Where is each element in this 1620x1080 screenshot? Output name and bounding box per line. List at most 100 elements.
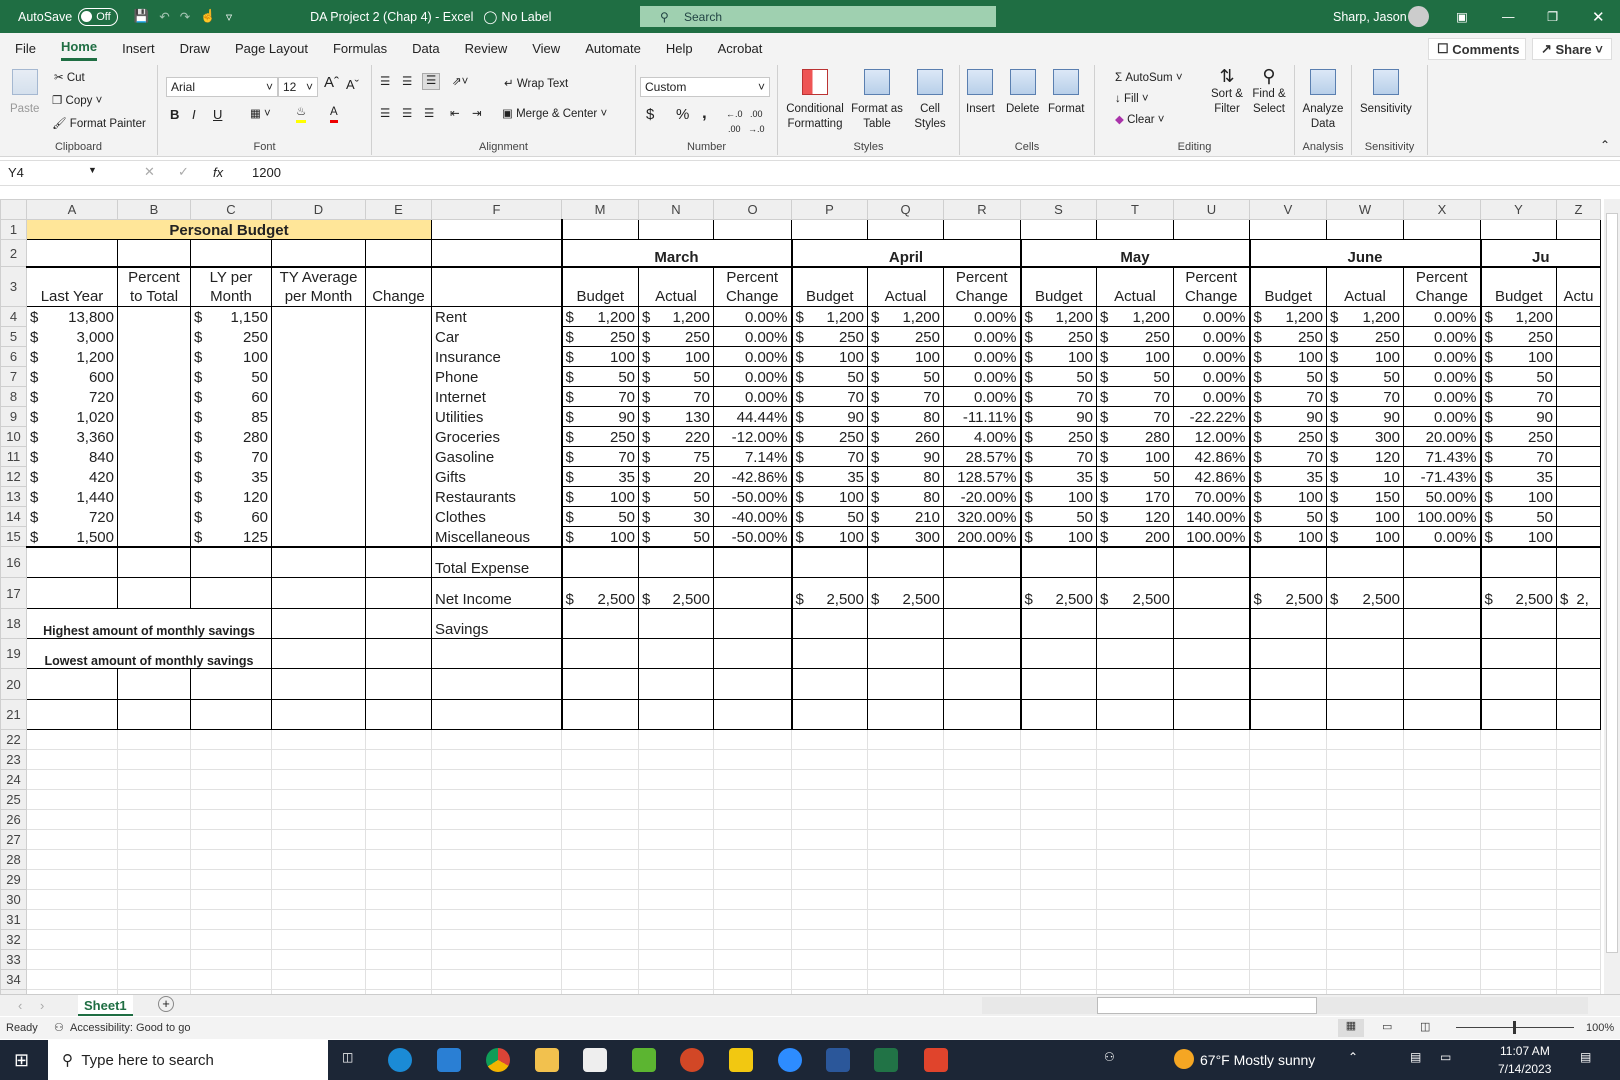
cell-F25[interactable]	[431, 789, 562, 810]
align-right-icon[interactable]: ☰	[424, 107, 434, 122]
cell-Y6[interactable]: $100	[1479, 346, 1557, 367]
cell-F29[interactable]	[431, 869, 562, 890]
cell-E23[interactable]	[365, 749, 432, 770]
cell-Z4[interactable]	[1556, 306, 1601, 327]
cell-T32[interactable]	[1096, 929, 1174, 950]
cell-B28[interactable]	[117, 849, 191, 870]
cell-Q1[interactable]	[867, 219, 944, 240]
cell-N22[interactable]	[638, 729, 714, 750]
cell-Q24[interactable]	[867, 769, 944, 790]
cell-U1[interactable]	[1173, 219, 1250, 240]
cell-U25[interactable]	[1173, 789, 1250, 810]
name-box-dropdown-icon[interactable]: ▼	[88, 165, 97, 175]
row-header-12[interactable]: 12	[0, 466, 27, 487]
cell-N5[interactable]: $250	[638, 326, 714, 347]
cell-C14[interactable]: $60	[190, 506, 272, 527]
cell-M6[interactable]: $100	[560, 346, 639, 367]
row-header-31[interactable]: 31	[0, 909, 27, 930]
cell-S3[interactable]: Budget	[1019, 266, 1097, 307]
cell-O32[interactable]	[713, 929, 792, 950]
cell-V24[interactable]	[1249, 769, 1327, 790]
cell-S11[interactable]: $70	[1019, 446, 1097, 467]
cell-E25[interactable]	[365, 789, 432, 810]
cell-U16[interactable]	[1173, 546, 1250, 578]
cell-S32[interactable]	[1020, 929, 1097, 950]
cell-U4[interactable]: 0.00%	[1173, 306, 1250, 327]
bold-button[interactable]: B	[170, 107, 179, 122]
cell-Y4[interactable]: $1,200	[1479, 306, 1557, 327]
cell-V30[interactable]	[1249, 889, 1327, 910]
cell-E33[interactable]	[365, 949, 432, 970]
cell-Y20[interactable]	[1479, 668, 1557, 700]
cell-T20[interactable]	[1096, 668, 1174, 700]
copy-button[interactable]: ❐ Copy ˅	[52, 94, 102, 109]
cell-Z19[interactable]	[1556, 638, 1601, 669]
cell-A26[interactable]	[26, 809, 118, 830]
cell-Z27[interactable]	[1556, 829, 1601, 850]
notifications-icon[interactable]: ▤	[1580, 1050, 1591, 1064]
cell-Q30[interactable]	[867, 889, 944, 910]
cell-P2[interactable]: April	[790, 239, 1021, 268]
cell-S5[interactable]: $250	[1019, 326, 1097, 347]
cell-A18[interactable]: Highest amount of monthly savings	[26, 608, 272, 639]
cell-T34[interactable]	[1096, 969, 1174, 990]
cell-Q6[interactable]: $100	[867, 346, 944, 367]
cell-N31[interactable]	[638, 909, 714, 930]
cell-D19[interactable]	[271, 638, 366, 669]
cell-E20[interactable]	[365, 668, 432, 700]
cell-F13[interactable]: Restaurants	[431, 486, 562, 507]
cell-A11[interactable]: $840	[26, 446, 118, 467]
cell-V2[interactable]: June	[1248, 239, 1481, 268]
cell-V25[interactable]	[1249, 789, 1327, 810]
cell-E24[interactable]	[365, 769, 432, 790]
column-header-D[interactable]: D	[271, 199, 366, 220]
cell-X31[interactable]	[1403, 909, 1481, 930]
cell-A34[interactable]	[26, 969, 118, 990]
cell-P17[interactable]: $2,500	[790, 577, 868, 609]
cell-T5[interactable]: $250	[1096, 326, 1174, 347]
cell-Z7[interactable]	[1556, 366, 1601, 387]
cell-W30[interactable]	[1326, 889, 1404, 910]
cell-N3[interactable]: Actual	[638, 266, 714, 307]
cell-M31[interactable]	[561, 909, 639, 930]
cell-C4[interactable]: $1,150	[190, 306, 272, 327]
cell-A33[interactable]	[26, 949, 118, 970]
find-select-button[interactable]: ⚲ Find & Select	[1249, 67, 1289, 117]
cell-U10[interactable]: 12.00%	[1173, 426, 1250, 447]
cell-R10[interactable]: 4.00%	[943, 426, 1021, 447]
format-cells-button[interactable]: Format	[1048, 69, 1084, 117]
cell-S21[interactable]	[1019, 699, 1097, 730]
cell-P6[interactable]: $100	[790, 346, 868, 367]
cell-R16[interactable]	[943, 546, 1021, 578]
tab-file[interactable]: File	[15, 37, 36, 60]
cell-W22[interactable]	[1326, 729, 1404, 750]
cell-A4[interactable]: $13,800	[26, 306, 118, 327]
row-header-15[interactable]: 15	[0, 526, 27, 547]
cell-A27[interactable]	[26, 829, 118, 850]
cell-N6[interactable]: $100	[638, 346, 714, 367]
cell-C11[interactable]: $70	[190, 446, 272, 467]
column-header-Y[interactable]: Y	[1480, 199, 1557, 220]
cell-T30[interactable]	[1096, 889, 1174, 910]
cell-Q25[interactable]	[867, 789, 944, 810]
cell-B22[interactable]	[117, 729, 191, 750]
cell-M18[interactable]	[560, 608, 639, 639]
cell-Q34[interactable]	[867, 969, 944, 990]
cell-U13[interactable]: 70.00%	[1173, 486, 1250, 507]
cell-N12[interactable]: $20	[638, 466, 714, 487]
cell-Z17[interactable]: $2,	[1556, 577, 1601, 609]
cell-Z18[interactable]	[1556, 608, 1601, 639]
mail-icon[interactable]	[437, 1048, 461, 1072]
cell-Z26[interactable]	[1556, 809, 1601, 830]
cell-E16[interactable]	[365, 546, 432, 578]
cell-D34[interactable]	[271, 969, 366, 990]
cell-A1[interactable]: Personal Budget	[26, 219, 432, 240]
cell-Q26[interactable]	[867, 809, 944, 830]
wrap-text-button[interactable]: ↵ Wrap Text	[504, 77, 568, 92]
row-header-13[interactable]: 13	[0, 486, 27, 507]
cell-P16[interactable]	[790, 546, 868, 578]
cell-N7[interactable]: $50	[638, 366, 714, 387]
cell-W18[interactable]	[1326, 608, 1404, 639]
cell-Q17[interactable]: $2,500	[867, 577, 944, 609]
cell-T14[interactable]: $120	[1096, 506, 1174, 527]
